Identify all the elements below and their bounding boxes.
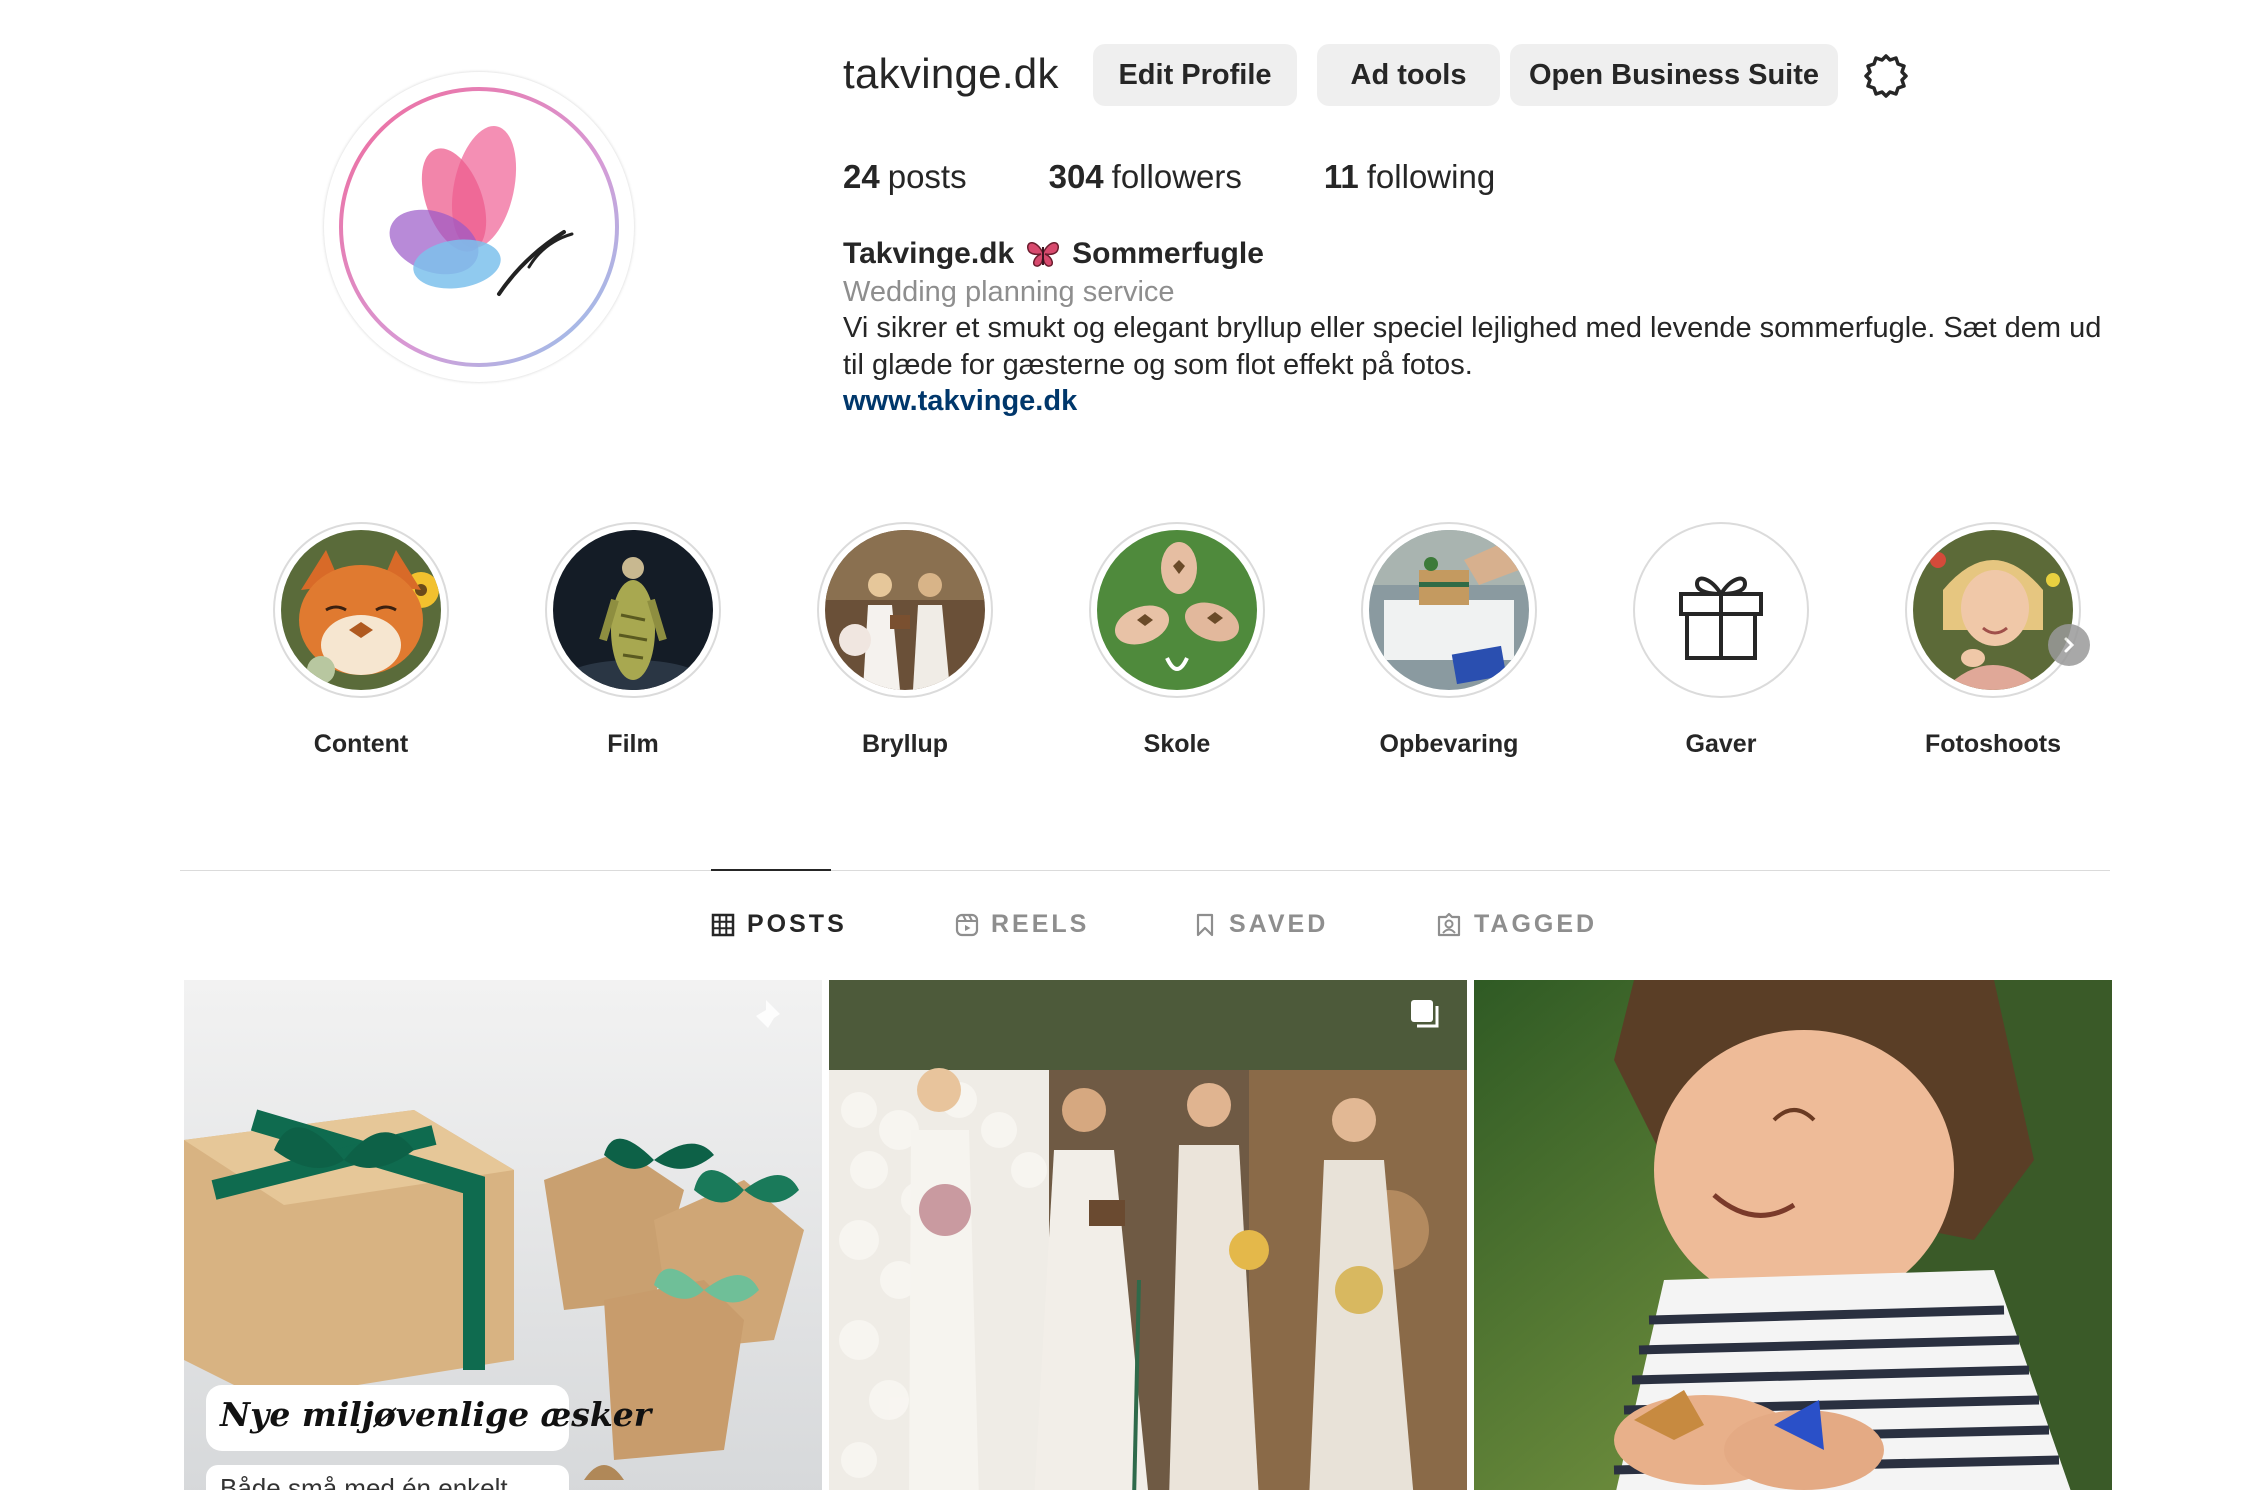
highlight-skole[interactable]: Skole bbox=[1087, 522, 1267, 759]
post-image-bridal-group bbox=[829, 980, 1467, 1490]
profile-avatar[interactable] bbox=[324, 72, 634, 382]
following-label: following bbox=[1366, 158, 1496, 195]
bio-name-part1: Takvinge.dk bbox=[843, 237, 1015, 270]
highlight-gaver[interactable]: Gaver bbox=[1631, 522, 1811, 759]
post-caption-title: Nye miljøvenlige æsker bbox=[220, 1395, 652, 1434]
tab-tagged-label: TAGGED bbox=[1474, 910, 1598, 938]
bio-display-name: Takvinge.dk Sommerfugle bbox=[843, 237, 1264, 271]
bookmark-icon bbox=[1196, 913, 1214, 936]
open-business-suite-button[interactable]: Open Business Suite bbox=[1510, 44, 1838, 106]
tab-posts-label: POSTS bbox=[747, 910, 847, 938]
highlight-ring bbox=[817, 522, 993, 698]
highlight-label: Gaver bbox=[1685, 730, 1757, 758]
followers-label: followers bbox=[1111, 158, 1242, 195]
highlight-skole-image bbox=[1097, 530, 1257, 690]
followers-count: 304 bbox=[1048, 158, 1104, 195]
highlight-ring bbox=[1905, 522, 2081, 698]
highlight-fotoshoots-image bbox=[1913, 530, 2073, 690]
posts-label: posts bbox=[887, 158, 967, 195]
butterfly-logo-icon bbox=[339, 87, 619, 367]
post-image-girl-butterfly bbox=[1474, 980, 2112, 1490]
post-tile[interactable]: Nye miljøvenlige æsker Både små med én e… bbox=[184, 980, 822, 1490]
highlight-label: Fotoshoots bbox=[1924, 730, 2062, 758]
highlight-label: Film bbox=[607, 730, 659, 758]
active-tab-indicator bbox=[711, 869, 831, 871]
highlight-label: Skole bbox=[1143, 730, 1211, 758]
highlight-ring bbox=[545, 522, 721, 698]
highlight-ring bbox=[1361, 522, 1537, 698]
reels-icon bbox=[955, 913, 979, 936]
tab-saved[interactable]: SAVED bbox=[1193, 910, 1328, 939]
highlight-ring bbox=[1633, 522, 1809, 698]
highlight-bryllup[interactable]: Bryllup bbox=[815, 522, 995, 759]
gift-icon bbox=[1641, 530, 1801, 690]
profile-username: takvinge.dk bbox=[843, 50, 1059, 97]
tag-person-icon bbox=[1437, 912, 1461, 936]
highlight-bryllup-image bbox=[825, 530, 985, 690]
post-caption-box: Nye miljøvenlige æsker bbox=[206, 1385, 652, 1451]
highlight-ring bbox=[1089, 522, 1265, 698]
highlight-content[interactable]: Content bbox=[271, 522, 451, 759]
ad-tools-button[interactable]: Ad tools bbox=[1317, 44, 1500, 106]
edit-profile-button[interactable]: Edit Profile bbox=[1093, 44, 1297, 106]
highlight-ring bbox=[273, 522, 449, 698]
post-caption-sub: Både små med én enkelt bbox=[220, 1473, 508, 1490]
grid-icon bbox=[711, 913, 735, 936]
chevron-right-icon[interactable] bbox=[2048, 624, 2090, 666]
posts-count: 24 bbox=[843, 158, 880, 195]
highlight-opbevaring[interactable]: Opbevaring bbox=[1359, 522, 1539, 759]
following-count: 11 bbox=[1323, 158, 1359, 195]
highlight-label: Opbevaring bbox=[1379, 730, 1519, 758]
followers-stat[interactable]: 304 followers bbox=[1049, 158, 1242, 196]
post-caption-sub-box: Både små med én enkelt bbox=[206, 1465, 569, 1490]
post-tile[interactable] bbox=[1474, 980, 2112, 1490]
tab-tagged[interactable]: TAGGED bbox=[1436, 910, 1597, 939]
posts-stat[interactable]: 24 posts bbox=[843, 158, 967, 196]
highlight-label: Bryllup bbox=[861, 730, 949, 758]
bio-text: Vi sikrer et smukt og elegant bryllup el… bbox=[843, 312, 2102, 381]
bio-link[interactable]: www.takvinge.dk bbox=[843, 385, 1077, 418]
highlight-film-image bbox=[553, 530, 713, 690]
tab-reels[interactable]: REELS bbox=[955, 910, 1089, 939]
bio-category: Wedding planning service bbox=[843, 276, 1175, 308]
highlight-opbevaring-image bbox=[1369, 530, 1529, 690]
gear-icon[interactable] bbox=[1862, 52, 1910, 100]
profile-stats: 24 posts 304 followers 11 following bbox=[843, 158, 1577, 196]
highlight-film[interactable]: Film bbox=[543, 522, 723, 759]
tabs-divider bbox=[180, 870, 2110, 871]
tab-reels-label: REELS bbox=[991, 910, 1090, 938]
following-stat[interactable]: 11 following bbox=[1324, 158, 1495, 196]
post-tile[interactable] bbox=[829, 980, 1467, 1490]
butterfly-icon bbox=[1026, 239, 1060, 269]
highlight-label: Content bbox=[313, 730, 409, 758]
tab-posts[interactable]: POSTS bbox=[711, 910, 847, 939]
highlight-content-image bbox=[281, 530, 441, 690]
bio-name-part2: Sommerfugle bbox=[1072, 237, 1264, 270]
tab-saved-label: SAVED bbox=[1229, 910, 1329, 938]
